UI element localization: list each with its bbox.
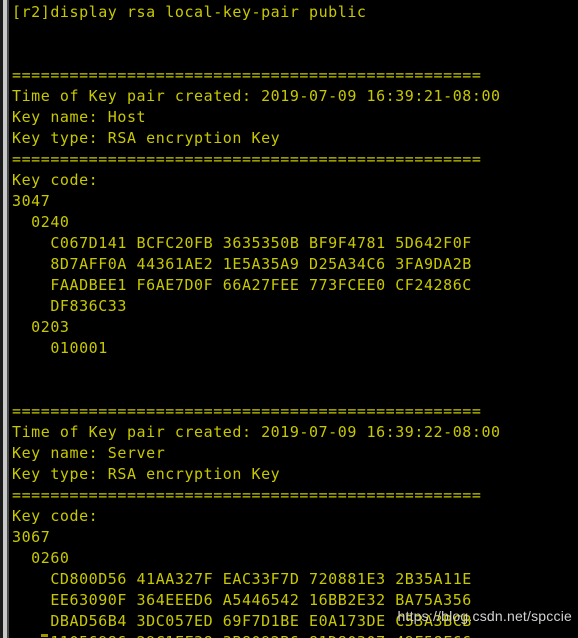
terminal-output[interactable]: [r2]display rsa local-key-pair public ==… bbox=[0, 0, 578, 638]
key-modulus-row: C067D141 BCFC20FB 3635350B BF9F4781 5D64… bbox=[12, 234, 472, 252]
key-modulus-row: DF836C33 bbox=[12, 297, 127, 315]
key-modulus-row: CD800D56 41AA327F EAC33F7D 720881E3 2B35… bbox=[12, 570, 472, 588]
key-time-line: Time of Key pair created: 2019-07-09 16:… bbox=[12, 423, 501, 441]
command-prompt-line: [r2]display rsa local-key-pair public bbox=[12, 3, 367, 21]
separator-line: ========================================… bbox=[12, 66, 482, 84]
key-name-line: Key name: Server bbox=[12, 444, 166, 462]
key-name-line: Key name: Host bbox=[12, 108, 147, 126]
key-code-header: 3067 bbox=[12, 528, 51, 546]
key-modulus-row: FAADBEE1 F6AE7D0F 66A27FEE 773FCEE0 CF24… bbox=[12, 276, 472, 294]
terminal-window: [r2]display rsa local-key-pair public ==… bbox=[0, 0, 578, 638]
separator-line: ========================================… bbox=[12, 150, 482, 168]
key-code-label: Key code: bbox=[12, 171, 99, 189]
key-modulus-tag: 0240 bbox=[12, 213, 70, 231]
key-code-label: Key code: bbox=[12, 507, 99, 525]
key-code-header: 3047 bbox=[12, 192, 51, 210]
watermark-text: https://blog.csdn.net/spccie bbox=[397, 608, 572, 624]
separator-line: ========================================… bbox=[12, 486, 482, 504]
key-modulus-tag: 0260 bbox=[12, 549, 70, 567]
key-time-line: Time of Key pair created: 2019-07-09 16:… bbox=[12, 87, 501, 105]
key-modulus-row: 11056986 29C1FF38 3B8092B6 81D80307 49F5… bbox=[0, 632, 578, 638]
terminal-cursor bbox=[41, 634, 48, 637]
key-type-line: Key type: RSA encryption Key bbox=[12, 465, 281, 483]
key-type-line: Key type: RSA encryption Key bbox=[12, 129, 281, 147]
key-exponent-value: 010001 bbox=[12, 339, 108, 357]
key-modulus-row: 8D7AFF0A 44361AE2 1E5A35A9 D25A34C6 3FA9… bbox=[12, 255, 472, 273]
key-exponent-tag: 0203 bbox=[12, 318, 70, 336]
separator-line: ========================================… bbox=[12, 402, 482, 420]
